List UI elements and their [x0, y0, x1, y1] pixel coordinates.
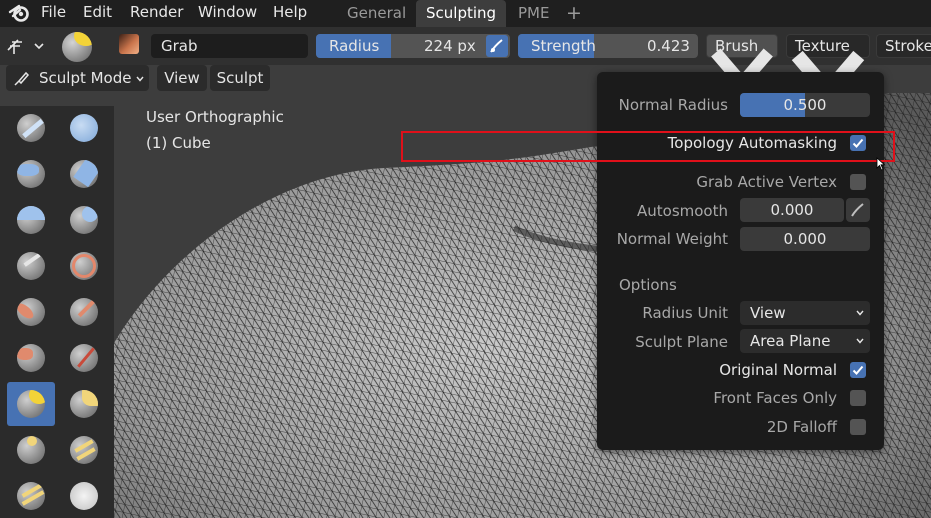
blob-brush-icon[interactable]	[7, 244, 55, 288]
blender-logo-icon[interactable]	[8, 3, 30, 23]
strength-slider[interactable]: Strength 0.423	[518, 34, 698, 58]
view-name-label: User Orthographic	[146, 108, 284, 126]
elastic-deform-brush-icon[interactable]	[60, 382, 108, 426]
layer-brush-icon[interactable]	[7, 198, 55, 242]
autosmooth-pressure-icon[interactable]	[846, 198, 870, 222]
top-menu-bar: File Edit Render Window Help General Scu…	[0, 0, 931, 27]
grab-brush-icon[interactable]	[7, 382, 55, 426]
sculpt-menu[interactable]: Sculpt	[210, 65, 270, 91]
radius-unit-label: Radius Unit	[642, 304, 728, 322]
strength-value: 0.423	[647, 37, 690, 55]
tab-sculpting[interactable]: Sculpting	[416, 0, 507, 27]
normal-radius-slider[interactable]: 0.500	[740, 93, 870, 117]
checkmark-icon	[852, 365, 864, 375]
chevron-down-icon	[136, 76, 144, 82]
smooth-brush-icon[interactable]	[7, 290, 55, 334]
draw-sharp-brush-icon[interactable]	[60, 106, 108, 150]
draw-brush-icon[interactable]	[7, 106, 55, 150]
falloff-2d-label: 2D Falloff	[766, 418, 837, 436]
options-heading: Options	[619, 276, 677, 294]
stroke-menu-label: Stroke	[885, 37, 931, 55]
mouse-cursor-icon	[876, 157, 886, 171]
flatten-brush-icon[interactable]	[60, 290, 108, 334]
brush-menu-label: Brush	[715, 37, 759, 55]
autosmooth-field[interactable]: 0.000	[740, 198, 844, 222]
mask-brush-icon[interactable]	[60, 474, 108, 518]
crease-brush-icon[interactable]	[60, 244, 108, 288]
stroke-menu[interactable]: Stroke	[876, 34, 931, 58]
sculpt-plane-label: Sculpt Plane	[635, 333, 728, 351]
menu-edit[interactable]: Edit	[83, 3, 112, 21]
radius-label: Radius	[329, 37, 380, 55]
brush-menu[interactable]: Brush	[706, 34, 778, 93]
highlight-box	[401, 131, 895, 162]
radius-value: 224 px	[424, 37, 476, 55]
clay-brush-icon[interactable]	[7, 152, 55, 196]
grab-active-vertex-label: Grab Active Vertex	[696, 173, 837, 191]
transform-tool-selector[interactable]	[5, 36, 47, 58]
view-menu[interactable]: View	[157, 65, 207, 91]
normal-radius-value: 0.500	[783, 96, 827, 114]
front-faces-only-checkbox[interactable]	[850, 390, 866, 406]
brush-settings-popover: Normal Radius 0.500 Topology Automasking…	[597, 72, 884, 450]
normal-radius-label: Normal Radius	[618, 96, 728, 114]
brush-name-text: Grab	[161, 37, 198, 55]
brush-preview-icon[interactable]	[62, 32, 92, 62]
clay-strips-brush-icon[interactable]	[60, 152, 108, 196]
tab-general[interactable]: General	[337, 0, 416, 27]
original-normal-label: Original Normal	[719, 361, 837, 379]
sculpt-tool-icon	[7, 39, 44, 54]
fill-brush-icon[interactable]	[7, 336, 55, 380]
chevron-down-icon	[856, 310, 864, 316]
radius-unit-dropdown[interactable]: View	[740, 301, 870, 325]
menu-render[interactable]: Render	[130, 3, 183, 21]
normal-weight-label: Normal Weight	[616, 230, 728, 248]
add-workspace-button[interactable]: +	[566, 0, 582, 26]
radius-slider[interactable]: Radius 224 px	[316, 34, 510, 58]
sculpt-mode-dropdown[interactable]: Sculpt Mode	[6, 65, 149, 91]
menu-window[interactable]: Window	[198, 3, 257, 21]
texture-menu-label: Texture	[795, 37, 850, 55]
material-swatch-icon[interactable]	[119, 34, 139, 54]
strength-label: Strength	[531, 37, 596, 55]
brush-icon	[14, 71, 30, 86]
menu-file[interactable]: File	[41, 3, 66, 21]
radius-unit-value: View	[750, 304, 786, 322]
tool-shelf	[0, 106, 114, 518]
brush-name-field[interactable]: Grab	[151, 34, 308, 58]
grab-active-vertex-checkbox[interactable]	[850, 174, 866, 190]
pressure-toggle-icon[interactable]	[486, 35, 508, 57]
texture-menu[interactable]: Texture	[786, 34, 870, 103]
snake-hook-brush-icon[interactable]	[7, 428, 55, 472]
thumb-brush-icon[interactable]	[60, 428, 108, 472]
autosmooth-label: Autosmooth	[637, 202, 728, 220]
sculpt-plane-dropdown[interactable]: Area Plane	[740, 329, 870, 353]
tab-pme[interactable]: PME	[508, 0, 559, 27]
mode-header: Sculpt Mode View Sculpt	[0, 65, 300, 93]
tool-header: Grab Radius 224 px Strength 0.423 Brush …	[0, 27, 931, 103]
sculpt-plane-value: Area Plane	[750, 332, 831, 350]
falloff-2d-checkbox[interactable]	[850, 419, 866, 435]
scrape-brush-icon[interactable]	[60, 336, 108, 380]
inflate-brush-icon[interactable]	[60, 198, 108, 242]
normal-weight-field[interactable]: 0.000	[740, 227, 870, 251]
pose-brush-icon[interactable]	[7, 474, 55, 518]
front-faces-only-label: Front Faces Only	[713, 389, 837, 407]
mode-label: Sculpt Mode	[39, 69, 132, 87]
original-normal-checkbox[interactable]	[850, 362, 866, 378]
menu-help[interactable]: Help	[273, 3, 307, 21]
chevron-down-icon	[856, 338, 864, 344]
object-name-label: (1) Cube	[146, 134, 211, 152]
